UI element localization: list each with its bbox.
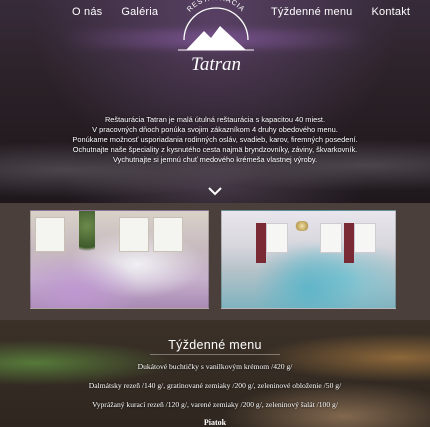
- nav-link-tyzdenne-menu[interactable]: Týždenné menu: [271, 6, 352, 18]
- gallery-photo-turquoise-hall[interactable]: [221, 210, 396, 309]
- hero-line: V pracovných dňoch ponúka svojim zákazní…: [92, 125, 338, 134]
- chevron-down-icon[interactable]: [208, 186, 222, 196]
- menu-day-heading: Piatok: [203, 418, 227, 427]
- hero-line: Vychutnajte si jemnú chuť medového kréme…: [112, 155, 318, 164]
- nav-link-kontakt[interactable]: Kontakt: [371, 6, 410, 18]
- gallery-photo-purple-hall[interactable]: [30, 210, 209, 309]
- hero-section: O nás Galéria RESTAURÁCIA Tatran Týždenn…: [0, 0, 430, 203]
- hero-line: Ochutnajte naše špeciality z kysnutého c…: [72, 145, 358, 154]
- tatran-logo[interactable]: RESTAURÁCIA Tatran: [168, 0, 264, 82]
- logo-top-text: RESTAURÁCIA: [185, 0, 247, 14]
- logo-name: Tatran: [191, 54, 241, 75]
- hero-description: Reštaurácia Tatran je malá útulná reštau…: [30, 115, 400, 165]
- weekly-menu-section: Týždenné menu Dukátové buchtičky s vanil…: [0, 320, 430, 427]
- mountain-icon: [186, 26, 246, 50]
- hero-line: Ponúkame možnosť usporiadania rodinných …: [72, 135, 358, 144]
- nav-right: Týždenné menu Kontakt: [271, 6, 410, 18]
- nav-link-galeria[interactable]: Galéria: [121, 6, 158, 18]
- menu-item: Vyprážaný kurací rezeň /120 g/, varené z…: [92, 400, 338, 409]
- nav-link-o-nas[interactable]: O nás: [72, 6, 102, 18]
- menu-item: Dalmátsky rezeň /140 g/, gratinované zem…: [88, 381, 342, 390]
- nav-left: O nás Galéria: [72, 6, 158, 18]
- hero-line: Reštaurácia Tatran je malá útulná reštau…: [104, 115, 326, 124]
- gallery-section: [0, 203, 430, 320]
- svg-text:RESTAURÁCIA: RESTAURÁCIA: [185, 0, 247, 14]
- menu-title: Týždenné menu: [168, 338, 262, 352]
- menu-item: Dukátové buchtičky s vanilkovým krémom /…: [137, 362, 293, 371]
